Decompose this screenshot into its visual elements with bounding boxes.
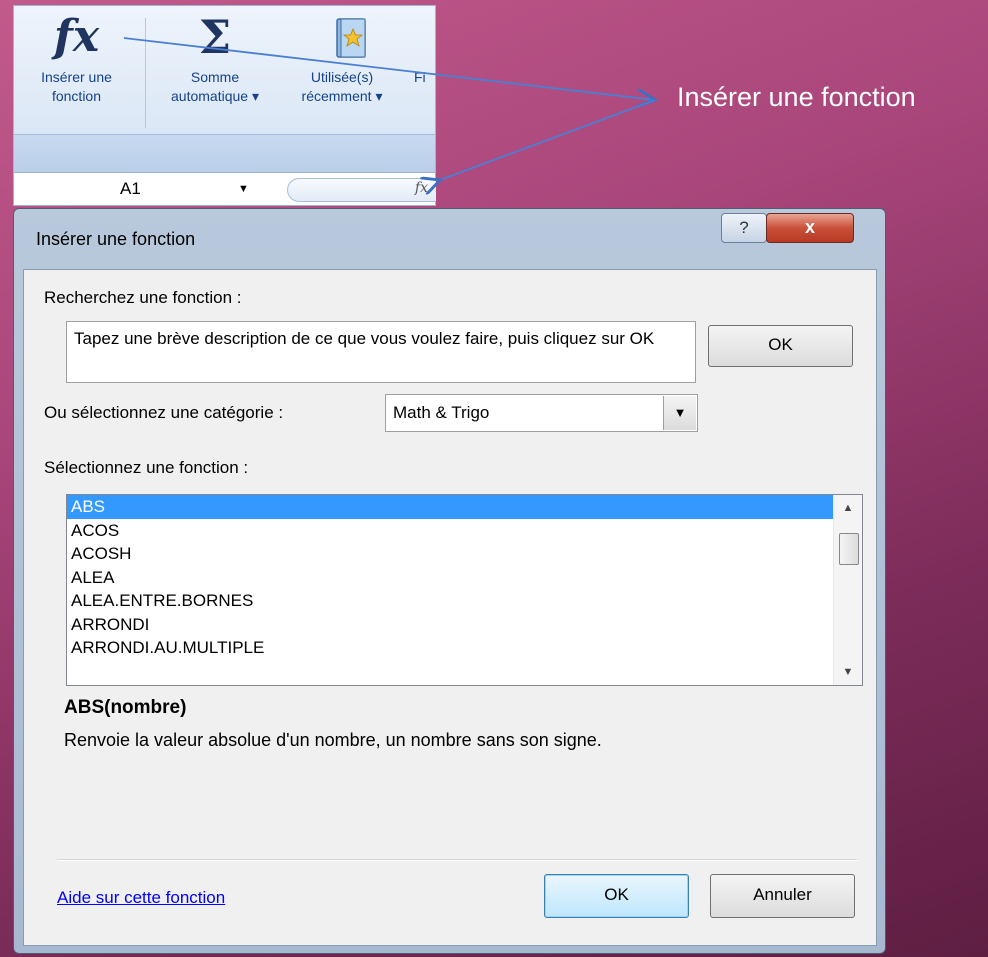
function-description: Renvoie la valeur absolue d'un nombre, u… (64, 730, 602, 750)
search-label: Recherchez une fonction : (44, 288, 242, 307)
dialog-body: Recherchez une fonction : Tapez une brèv… (23, 269, 877, 946)
arrow-to-formula-bar (440, 99, 656, 180)
category-value: Math & Trigo (393, 403, 490, 422)
dialog-title: Insérer une fonction (36, 229, 196, 249)
formula-input[interactable]: fx (287, 178, 436, 202)
ribbon-formulas-group: fx Insérer une fonction Σ Somme automati… (13, 5, 436, 175)
name-box[interactable]: A1 ▼ (14, 173, 269, 205)
dialog-titlebar[interactable]: Insérer une fonction ? x (14, 209, 885, 259)
recently-used-label-1: Utilisée(s) (310, 69, 374, 85)
divider (57, 859, 857, 861)
function-listbox[interactable]: ABS ACOS ACOSH ALEA ALEA.ENTRE.BORNES ARRONDI… (66, 494, 863, 686)
function-list-item[interactable]: ACOSH (67, 542, 833, 566)
scroll-up-icon[interactable]: ▲ (834, 495, 862, 521)
cancel-button[interactable]: Annuler (710, 874, 855, 918)
insert-function-label-1: Insérer une (41, 69, 112, 85)
search-input[interactable]: Tapez une brève description de ce que vo… (66, 321, 696, 383)
recently-used-label-2: récemment ▾ (301, 88, 383, 104)
scroll-thumb[interactable] (839, 533, 859, 565)
help-button[interactable]: ? (721, 213, 767, 243)
chevron-down-icon[interactable]: ▼ (238, 173, 249, 205)
callout-label: Insérer une fonction (677, 82, 916, 112)
function-list: ABS ACOS ACOSH ALEA ALEA.ENTRE.BORNES ARRONDI… (67, 495, 833, 660)
insert-function-button[interactable]: fx Insérer une fonction (14, 6, 139, 106)
category-label: Ou sélectionnez une catégorie : (44, 403, 284, 422)
function-list-item[interactable]: ARRONDI (67, 613, 833, 637)
sigma-icon: Σ (198, 10, 232, 64)
function-list-item[interactable]: ACOS (67, 519, 833, 543)
book-icon (336, 18, 366, 58)
function-list-item[interactable]: ALEA (67, 566, 833, 590)
function-list-item[interactable]: ALEA.ENTRE.BORNES (67, 589, 833, 613)
financial-label: Fi (414, 69, 426, 85)
close-button[interactable]: x (766, 213, 854, 243)
ribbon-group-bar (14, 134, 435, 174)
help-link[interactable]: Aide sur cette fonction (57, 888, 225, 908)
ok-button[interactable]: OK (544, 874, 689, 918)
search-ok-button[interactable]: OK (708, 325, 853, 367)
fx-icon: fx (53, 11, 100, 62)
ribbon-separator (145, 18, 146, 128)
select-function-label: Sélectionnez une fonction : (44, 458, 249, 477)
function-list-item[interactable]: ABS (67, 495, 833, 519)
autosum-label-1: Somme (190, 69, 240, 85)
listbox-scrollbar[interactable]: ▲ ▼ (833, 495, 862, 685)
formula-bar: A1 ▼ fx (13, 172, 436, 206)
function-signature: ABS(nombre) (64, 697, 187, 718)
name-box-value: A1 (120, 179, 141, 198)
autosum-button[interactable]: Σ Somme automatique ▾ (150, 6, 280, 106)
autosum-label-2: automatique ▾ (171, 88, 259, 104)
insert-function-dialog: Insérer une fonction ? x Recherchez une … (13, 208, 886, 954)
financial-button-truncated[interactable]: Fi (414, 68, 434, 87)
recently-used-button[interactable]: Utilisée(s) récemment ▾ (282, 68, 402, 106)
insert-function-label-2: fonction (51, 88, 102, 104)
function-list-item[interactable]: ARRONDI.AU.MULTIPLE (67, 636, 833, 660)
fx-icon[interactable]: fx (415, 180, 428, 196)
chevron-down-icon[interactable]: ▼ (663, 396, 696, 430)
scroll-down-icon[interactable]: ▼ (834, 659, 862, 685)
category-select[interactable]: Math & Trigo ▼ (385, 394, 698, 432)
